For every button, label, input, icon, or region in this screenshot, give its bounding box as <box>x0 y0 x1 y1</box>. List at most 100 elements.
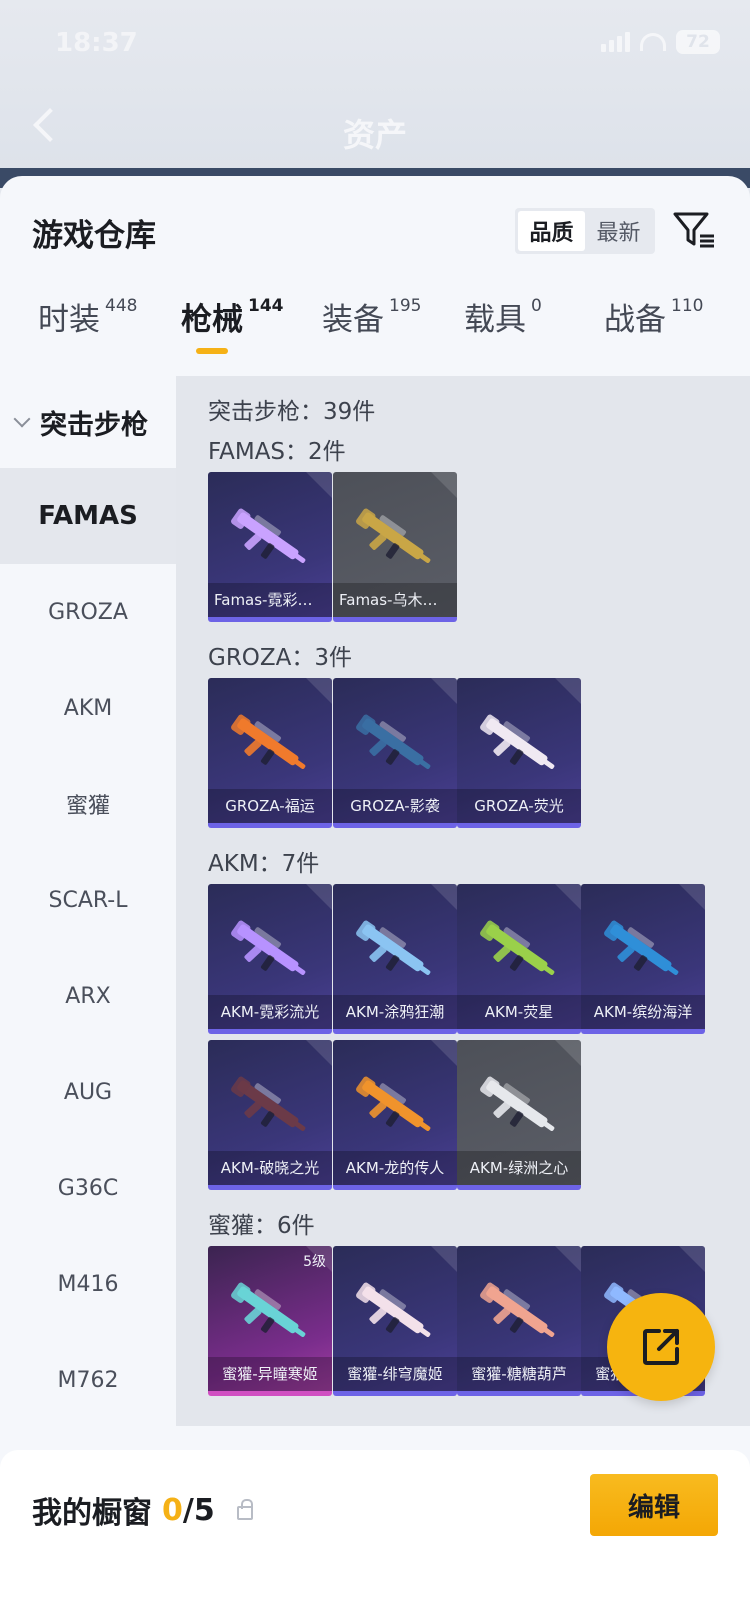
weapon-name: AKM-涂鸦狂潮 <box>333 995 457 1029</box>
weapon-name: AKM-龙的传人 <box>333 1151 457 1185</box>
weapon-card[interactable]: AKM-龙的传人 <box>333 1040 457 1190</box>
rifle-icon <box>356 1282 431 1337</box>
rifle-icon <box>604 920 679 975</box>
sort-quality-button[interactable]: 品质 <box>518 211 585 251</box>
page-title: 资产 <box>342 116 407 154</box>
section-title: GROZA：3件 <box>208 645 353 671</box>
chevron-down-icon <box>13 410 31 428</box>
weapon-card[interactable]: AKM-缤纷海洋 <box>581 884 705 1034</box>
rifle-icon <box>356 1076 431 1131</box>
edit-button[interactable]: 编辑 <box>590 1474 718 1536</box>
total-count: 突击步枪：39件 <box>208 399 376 425</box>
sidebar-item-honey-badger[interactable]: 蜜獾 <box>0 756 176 852</box>
weapon-name: 蜜獾-绯穹魔姬 <box>333 1357 457 1391</box>
weapon-card[interactable]: GROZA-影袭 <box>333 678 457 828</box>
sidebar-item-g36c[interactable]: G36C <box>0 1140 176 1236</box>
weapon-name: GROZA-荧光 <box>457 789 581 823</box>
rifle-icon <box>231 1076 306 1131</box>
sidebar-item-famas[interactable]: FAMAS <box>0 468 176 564</box>
weapon-card[interactable]: AKM-荧星 <box>457 884 581 1034</box>
sort-newest-button[interactable]: 最新 <box>585 211 652 251</box>
sidebar-group-label: 突击步枪 <box>40 409 148 441</box>
sort-toggle: 品质 最新 <box>515 208 655 254</box>
weapon-card[interactable]: 蜜獾-绯穹魔姬 <box>333 1246 457 1396</box>
showcase-bar: 我的橱窗 0 /5 编辑 <box>0 1450 750 1624</box>
weapon-name: GROZA-福运 <box>208 789 332 823</box>
weapon-name: Famas-乌木金辉 <box>333 583 457 617</box>
rifle-icon <box>480 920 555 975</box>
sidebar-item-groza[interactable]: GROZA <box>0 564 176 660</box>
rifle-icon <box>231 508 306 563</box>
tab-fashion[interactable]: 时装 448 <box>38 294 137 339</box>
sidebar-item-aug[interactable]: AUG <box>0 1044 176 1140</box>
section-title: AKM：7件 <box>208 851 320 877</box>
showcase-current: 0 <box>162 1492 183 1528</box>
tab-vehicles[interactable]: 载具 0 <box>464 294 542 339</box>
share-icon <box>643 1329 679 1365</box>
weapon-name: AKM-霓彩流光 <box>208 995 332 1029</box>
share-button[interactable] <box>607 1293 715 1401</box>
weapon-card[interactable]: AKM-涂鸦狂潮 <box>333 884 457 1034</box>
rifle-icon <box>480 1076 555 1131</box>
weapon-card[interactable]: AKM-霓彩流光 <box>208 884 332 1034</box>
weapon-card[interactable]: GROZA-福运 <box>208 678 332 828</box>
tab-count: 195 <box>389 296 422 316</box>
sidebar-group-assault-rifles[interactable]: 突击步枪 <box>0 376 176 468</box>
active-tab-indicator <box>196 348 228 354</box>
signal-icon <box>601 32 630 52</box>
sidebar-item-akm[interactable]: AKM <box>0 660 176 756</box>
warehouse-sheet: 游戏仓库 品质 最新 时装 448 枪械 144 装备 195 载具 0 战备 … <box>0 176 750 1624</box>
status-icons: 72 <box>601 30 720 54</box>
tab-count: 448 <box>105 296 138 316</box>
weapon-card[interactable]: GROZA-荧光 <box>457 678 581 828</box>
weapon-card[interactable]: Famas-乌木金辉 <box>333 472 457 622</box>
sidebar-item-m762[interactable]: M762 <box>0 1332 176 1428</box>
sidebar-item-scar-l[interactable]: SCAR-L <box>0 852 176 948</box>
weapon-name: AKM-荧星 <box>457 995 581 1029</box>
category-tabs: 时装 448 枪械 144 装备 195 载具 0 战备 110 <box>0 294 750 374</box>
tab-label: 载具 <box>464 302 526 338</box>
weapon-name: Famas-霓彩流光 <box>208 583 332 617</box>
weapon-card[interactable]: AKM-绿洲之心 <box>457 1040 581 1190</box>
sidebar-item-m416[interactable]: M416 <box>0 1236 176 1332</box>
tab-label: 时装 <box>38 302 100 338</box>
sidebar-item-arx[interactable]: ARX <box>0 948 176 1044</box>
filter-icon[interactable] <box>672 210 716 250</box>
rifle-icon <box>231 920 306 975</box>
rifle-icon <box>231 714 306 769</box>
tab-count: 110 <box>671 296 704 316</box>
rifle-icon <box>480 1282 555 1337</box>
tab-supplies[interactable]: 战备 110 <box>604 294 703 339</box>
rifle-icon <box>480 714 555 769</box>
lock-icon <box>236 1499 253 1520</box>
tab-count: 0 <box>531 296 542 316</box>
rifle-icon <box>356 920 431 975</box>
weapon-sidebar: 突击步枪 FAMAS GROZA AKM 蜜獾 SCAR-L ARX AUG G… <box>0 376 176 1426</box>
showcase-total: /5 <box>182 1492 215 1528</box>
showcase-label: 我的橱窗 <box>32 1496 152 1531</box>
weapon-card[interactable]: AKM-破晓之光 <box>208 1040 332 1190</box>
tab-count: 144 <box>248 296 284 316</box>
battery-icon: 72 <box>676 30 720 54</box>
rifle-icon <box>356 508 431 563</box>
weapon-name: 蜜獾-糖糖葫芦 <box>457 1357 581 1391</box>
level-badge: 5级 <box>303 1254 326 1270</box>
section-title: FAMAS：2件 <box>208 439 346 465</box>
weapon-card[interactable]: 蜜獾-糖糖葫芦 <box>457 1246 581 1396</box>
tab-label: 枪械 <box>181 302 243 338</box>
weapon-card[interactable]: 5级蜜獾-异瞳寒姬 <box>208 1246 332 1396</box>
weapon-card[interactable]: Famas-霓彩流光 <box>208 472 332 622</box>
section-title: 蜜獾：6件 <box>208 1213 315 1239</box>
weapon-name: 蜜獾-异瞳寒姬 <box>208 1357 332 1391</box>
weapon-name: AKM-绿洲之心 <box>457 1151 581 1185</box>
status-time: 18:37 <box>55 28 138 58</box>
weapon-grid: 突击步枪：39件 FAMAS：2件 Famas-霓彩流光 Famas-乌木金辉 GRO… <box>176 376 750 1426</box>
weapon-name: GROZA-影袭 <box>333 789 457 823</box>
wifi-icon <box>640 33 666 51</box>
tab-firearms[interactable]: 枪械 144 <box>181 294 284 339</box>
rifle-icon <box>231 1282 306 1337</box>
tab-equipment[interactable]: 装备 195 <box>322 294 421 339</box>
warehouse-title: 游戏仓库 <box>32 218 156 254</box>
weapon-name: AKM-缤纷海洋 <box>581 995 705 1029</box>
showcase-info: 我的橱窗 0 /5 <box>32 1488 253 1532</box>
